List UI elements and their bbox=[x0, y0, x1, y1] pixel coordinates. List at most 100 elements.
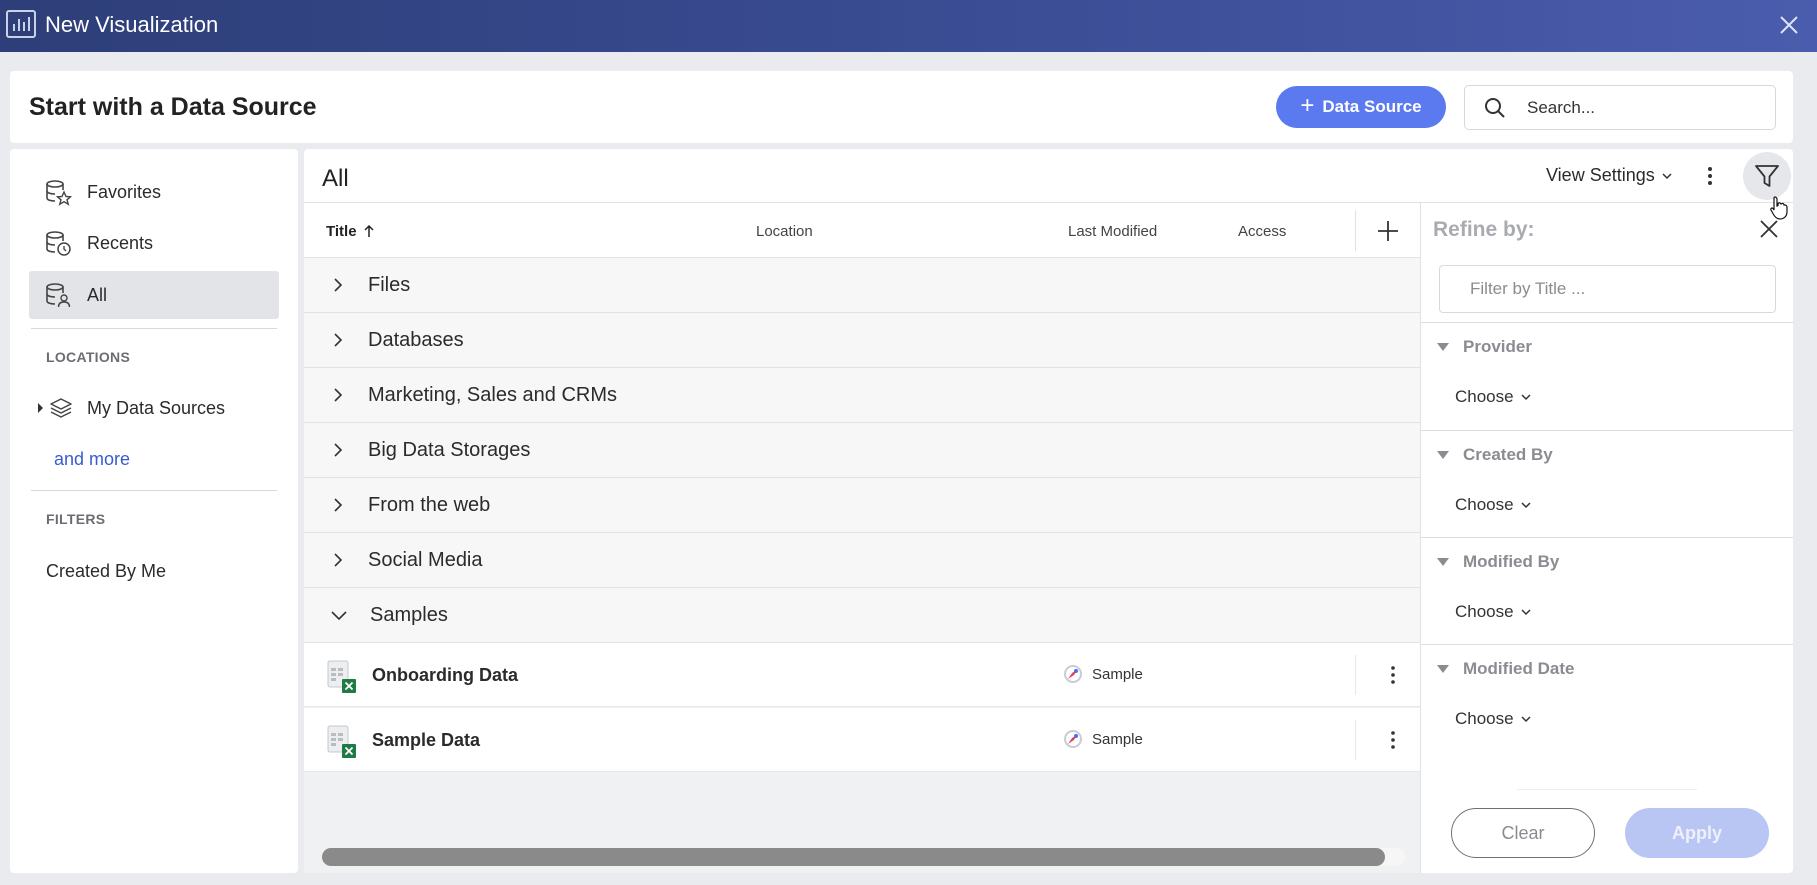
add-column-icon[interactable] bbox=[1376, 219, 1400, 243]
excel-file-icon bbox=[327, 725, 356, 758]
group-row-files[interactable]: Files bbox=[304, 258, 1420, 313]
column-header-last-modified[interactable]: Last Modified bbox=[1068, 223, 1157, 240]
search-input[interactable] bbox=[1527, 97, 1747, 118]
database-user-icon bbox=[46, 283, 71, 308]
divider bbox=[1517, 789, 1697, 790]
group-label: Files bbox=[368, 273, 411, 296]
filter-toggle-button[interactable] bbox=[1743, 152, 1791, 200]
scrollbar-thumb[interactable] bbox=[322, 848, 1385, 866]
chevron-right-icon bbox=[334, 443, 343, 457]
sample-icon bbox=[1064, 730, 1082, 748]
caret-right-icon[interactable] bbox=[38, 403, 43, 413]
facet-header[interactable]: Modified Date bbox=[1437, 659, 1574, 679]
clear-button[interactable]: Clear bbox=[1451, 808, 1595, 858]
group-row-social[interactable]: Social Media bbox=[304, 533, 1420, 588]
access-cell: Sample bbox=[1062, 663, 1143, 685]
header-card: Start with a Data Source + Data Source bbox=[10, 71, 1793, 143]
layers-icon bbox=[50, 398, 72, 418]
filters-heading: FILTERS bbox=[46, 511, 106, 527]
sidebar: Favorites Recents All LOCATIONS My Data bbox=[10, 149, 298, 873]
chevron-down-icon bbox=[1521, 394, 1531, 401]
group-row-marketing[interactable]: Marketing, Sales and CRMs bbox=[304, 368, 1420, 423]
sidebar-item-favorites[interactable]: Favorites bbox=[29, 168, 279, 216]
chevron-down-icon bbox=[1521, 609, 1531, 616]
item-name: Onboarding Data bbox=[372, 665, 519, 685]
facet-header[interactable]: Modified By bbox=[1437, 552, 1559, 572]
more-options-icon[interactable] bbox=[1700, 165, 1720, 187]
sample-icon bbox=[1064, 665, 1082, 683]
facet-label: Modified Date bbox=[1463, 659, 1575, 678]
facet-label: Modified By bbox=[1463, 552, 1560, 571]
facet-choose-dropdown[interactable]: Choose bbox=[1455, 602, 1532, 622]
sidebar-item-all[interactable]: All bbox=[29, 271, 279, 319]
group-row-big-data[interactable]: Big Data Storages bbox=[304, 423, 1420, 478]
facet-modified-date: Modified Date Choose bbox=[1421, 644, 1793, 752]
access-label: Sample bbox=[1092, 730, 1143, 748]
facet-choose-dropdown[interactable]: Choose bbox=[1455, 495, 1532, 515]
row-options-icon[interactable] bbox=[1386, 730, 1400, 750]
facet-header[interactable]: Provider bbox=[1437, 337, 1532, 357]
divider bbox=[1355, 210, 1356, 251]
table-row[interactable]: Onboarding Data Sample bbox=[304, 643, 1420, 707]
divider bbox=[31, 328, 277, 329]
search-icon bbox=[1485, 97, 1505, 118]
apply-button[interactable]: Apply bbox=[1625, 808, 1769, 858]
item-name: Sample Data bbox=[372, 730, 481, 750]
refine-title: Refine by: bbox=[1433, 218, 1535, 241]
facet-choose-dropdown[interactable]: Choose bbox=[1455, 709, 1532, 729]
column-header-access[interactable]: Access bbox=[1238, 223, 1286, 240]
group-row-web[interactable]: From the web bbox=[304, 478, 1420, 533]
caret-down-icon bbox=[1437, 665, 1449, 673]
column-header-location[interactable]: Location bbox=[756, 223, 813, 240]
facet-choose-dropdown[interactable]: Choose bbox=[1455, 387, 1532, 407]
close-icon[interactable] bbox=[1777, 13, 1801, 37]
sidebar-item-my-data-sources[interactable]: My Data Sources bbox=[38, 393, 225, 423]
group-row-databases[interactable]: Databases bbox=[304, 313, 1420, 368]
group-label: Marketing, Sales and CRMs bbox=[368, 383, 617, 406]
table-header: Title Location Last Modified Access bbox=[304, 203, 1420, 258]
chevron-right-icon bbox=[334, 553, 343, 567]
sidebar-item-label: All bbox=[87, 284, 108, 305]
chevron-down-icon bbox=[1521, 502, 1531, 509]
view-settings-label: View Settings bbox=[1546, 165, 1655, 185]
group-row-samples[interactable]: Samples bbox=[304, 588, 1420, 643]
sidebar-item-label: Recents bbox=[87, 232, 154, 253]
sidebar-item-recents[interactable]: Recents bbox=[29, 219, 279, 267]
chevron-right-icon bbox=[334, 498, 343, 512]
page-title: Start with a Data Source bbox=[29, 93, 317, 121]
chevron-right-icon bbox=[334, 388, 343, 402]
main-panel: All View Settings Title Location Last Mo… bbox=[304, 149, 1793, 873]
view-settings-dropdown[interactable]: View Settings bbox=[1546, 165, 1673, 186]
search-box[interactable] bbox=[1464, 85, 1776, 130]
filter-created-by-me[interactable]: Created By Me bbox=[46, 561, 166, 582]
chevron-right-icon bbox=[334, 333, 343, 347]
filter-by-title-input[interactable] bbox=[1439, 265, 1776, 313]
table-row[interactable]: Sample Data Sample bbox=[304, 708, 1420, 772]
add-data-source-label: Data Source bbox=[1322, 97, 1422, 116]
divider bbox=[31, 490, 277, 491]
database-clock-icon bbox=[46, 231, 71, 256]
divider bbox=[1355, 720, 1356, 760]
column-header-title[interactable]: Title bbox=[326, 223, 375, 240]
plus-icon: + bbox=[1300, 92, 1315, 119]
mouse-pointer-icon bbox=[1770, 196, 1788, 220]
window-titlebar: New Visualization bbox=[0, 0, 1817, 52]
close-icon[interactable] bbox=[1759, 219, 1779, 239]
horizontal-scrollbar[interactable] bbox=[322, 848, 1405, 866]
row-options-icon[interactable] bbox=[1386, 665, 1400, 685]
chevron-down-icon bbox=[1662, 172, 1672, 179]
access-cell: Sample bbox=[1062, 728, 1143, 750]
and-more-link[interactable]: and more bbox=[54, 449, 130, 470]
filter-icon bbox=[1755, 165, 1779, 187]
arrow-up-icon bbox=[364, 224, 374, 237]
facet-header[interactable]: Created By bbox=[1437, 445, 1553, 465]
database-star-icon bbox=[46, 180, 72, 206]
add-data-source-button[interactable]: + Data Source bbox=[1276, 86, 1446, 128]
caret-down-icon bbox=[1437, 558, 1449, 566]
sidebar-item-label: My Data Sources bbox=[87, 397, 226, 418]
facet-modified-by: Modified By Choose bbox=[1421, 537, 1793, 645]
caret-down-icon bbox=[1437, 343, 1449, 351]
chevron-right-icon bbox=[334, 278, 343, 292]
chevron-down-icon bbox=[331, 611, 347, 621]
excel-file-icon bbox=[327, 660, 356, 693]
